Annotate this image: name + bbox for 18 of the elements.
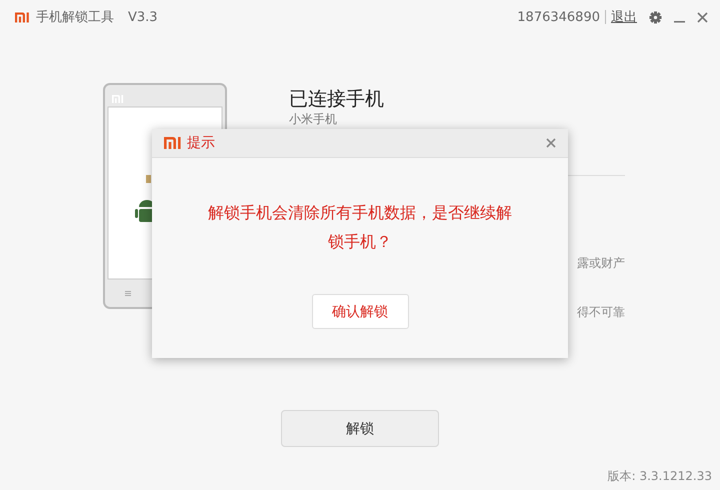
logo-icon bbox=[15, 12, 30, 22]
dialog-title: 提示 bbox=[187, 134, 216, 152]
settings-icon[interactable] bbox=[649, 10, 662, 24]
close-icon[interactable] bbox=[697, 12, 708, 22]
warning-message: 解锁手机会清除所有手机数据，是否继续解锁手机？ bbox=[207, 202, 513, 253]
close-icon[interactable] bbox=[546, 138, 556, 148]
notice-text: 露或财产 bbox=[577, 255, 625, 272]
device-model: 小米手机 bbox=[289, 112, 337, 126]
account-phone: 1876346890 bbox=[517, 10, 600, 24]
confirm-unlock-button[interactable]: 确认解锁 bbox=[312, 294, 408, 329]
version-number: 版本: 3.3.1212.33 bbox=[608, 468, 712, 485]
logo-icon bbox=[164, 137, 182, 149]
logout-link[interactable]: 退出 bbox=[611, 8, 637, 26]
notice-text: 得不可靠 bbox=[577, 304, 625, 321]
connection-heading: 已连接手机 bbox=[289, 87, 385, 111]
app-title: 手机解锁工具 bbox=[36, 9, 114, 26]
version-label: V3.3 bbox=[128, 10, 158, 24]
unlock-button[interactable]: 解锁 bbox=[281, 410, 439, 447]
